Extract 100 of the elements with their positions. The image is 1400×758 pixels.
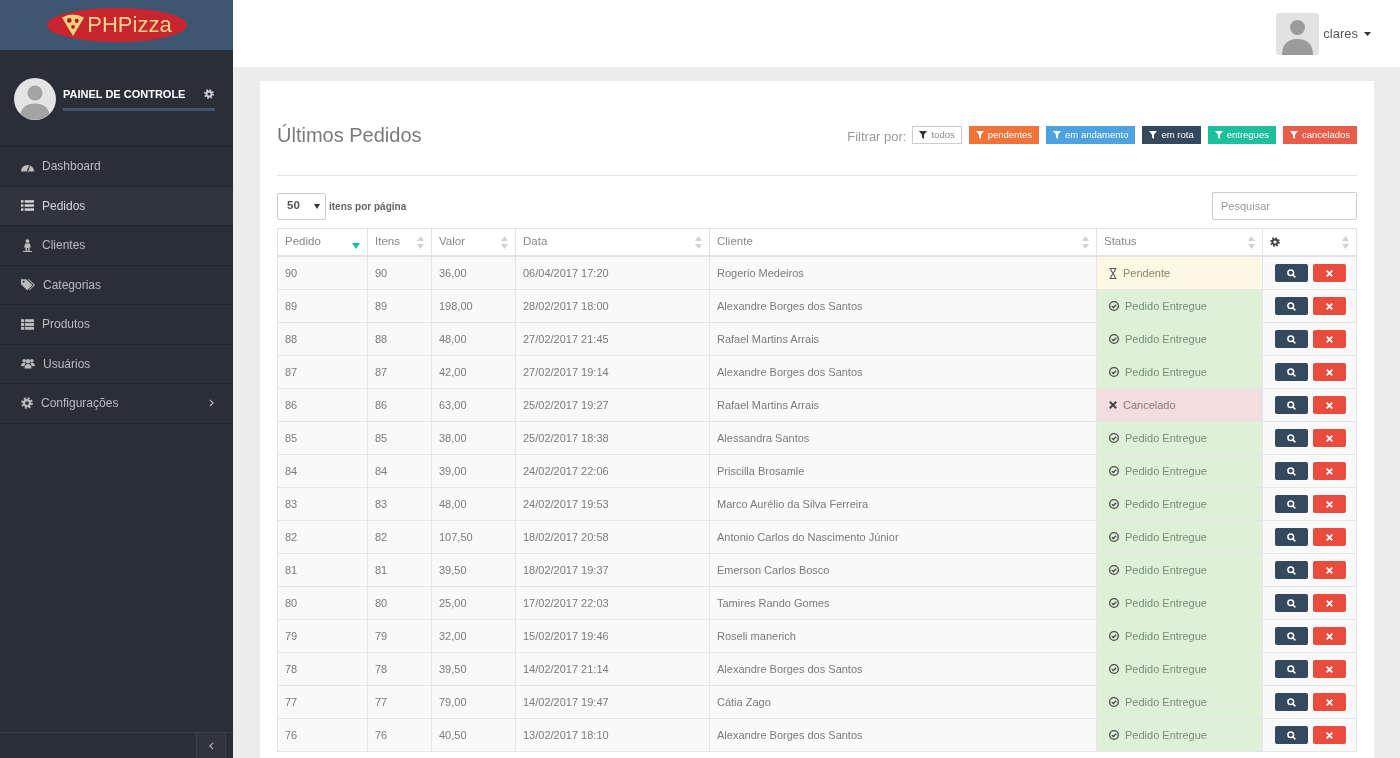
view-button[interactable] — [1275, 561, 1308, 579]
close-icon — [1326, 434, 1333, 442]
delete-button[interactable] — [1313, 330, 1346, 348]
delete-button[interactable] — [1313, 363, 1346, 381]
view-button[interactable] — [1275, 396, 1308, 414]
table-cell: Rafael Martins Arrais — [710, 323, 1097, 356]
filter-button[interactable]: em andamento — [1046, 126, 1136, 144]
avatar-icon — [14, 78, 56, 120]
view-button[interactable] — [1275, 429, 1308, 447]
check-circle-icon — [1109, 499, 1119, 509]
table-cell: 38,00 — [432, 422, 516, 455]
table-cell: 85 — [368, 422, 432, 455]
delete-button[interactable] — [1313, 462, 1346, 480]
filter-icon — [919, 131, 928, 139]
check-circle-icon — [1109, 664, 1119, 674]
table-cell: 81 — [368, 554, 432, 587]
view-button[interactable] — [1275, 660, 1308, 678]
collapse-sidebar-button[interactable] — [196, 733, 226, 758]
page-size-select[interactable]: 50 — [277, 192, 326, 220]
search-icon — [1287, 697, 1296, 707]
gear-icon — [1270, 237, 1280, 247]
table-cell: Alexandre Borges dos Santos — [710, 653, 1097, 686]
sidebar-item[interactable]: Pedidos — [0, 185, 233, 225]
table-cell: 48,00 — [432, 323, 516, 356]
table-cell: 81 — [278, 554, 368, 587]
delete-button[interactable] — [1313, 594, 1346, 612]
column-header[interactable]: Pedido — [278, 229, 368, 257]
view-button[interactable] — [1275, 594, 1308, 612]
search-icon — [1287, 598, 1296, 608]
close-icon — [1326, 731, 1333, 739]
table-cell: 88 — [278, 323, 368, 356]
close-icon — [1326, 665, 1333, 673]
table-cell: 42,00 — [432, 356, 516, 389]
table-cell: 24/02/2017 19:53 — [516, 488, 710, 521]
search-icon — [1287, 433, 1296, 443]
status-label: Pedido Entregue — [1125, 529, 1207, 545]
table-cell: 89 — [278, 290, 368, 323]
column-header[interactable]: Cliente — [710, 229, 1097, 257]
view-button[interactable] — [1275, 693, 1308, 711]
avatar-icon — [1276, 12, 1320, 55]
column-header[interactable]: Data — [516, 229, 710, 257]
table-cell: Alexandre Borges dos Santos — [710, 356, 1097, 389]
filter-button[interactable]: cancelados — [1282, 126, 1357, 144]
check-circle-icon — [1109, 730, 1119, 740]
column-header[interactable] — [1263, 229, 1357, 257]
delete-button[interactable] — [1313, 297, 1346, 315]
hourglass-icon — [1109, 267, 1117, 279]
table-cell: 80 — [368, 587, 432, 620]
status-label: Pedido Entregue — [1125, 628, 1207, 644]
search-icon — [1287, 730, 1296, 740]
table-cell: 39,50 — [432, 554, 516, 587]
filter-button[interactable]: pendentes — [968, 126, 1040, 144]
delete-button[interactable] — [1313, 627, 1346, 645]
filter-icon — [975, 131, 984, 139]
delete-button[interactable] — [1313, 264, 1346, 282]
search-icon — [1287, 334, 1296, 344]
table-cell: 89 — [368, 290, 432, 323]
view-button[interactable] — [1275, 726, 1308, 744]
delete-button[interactable] — [1313, 528, 1346, 546]
view-button[interactable] — [1275, 528, 1308, 546]
table-cell: 83 — [368, 488, 432, 521]
table-cell: 198,00 — [432, 290, 516, 323]
filter-button[interactable]: todos — [912, 126, 962, 144]
table-cell: 90 — [368, 257, 432, 290]
delete-button[interactable] — [1313, 726, 1346, 744]
delete-button[interactable] — [1313, 660, 1346, 678]
delete-button[interactable] — [1313, 561, 1346, 579]
search-field[interactable]: Pesquisar — [1212, 192, 1357, 220]
delete-button[interactable] — [1313, 693, 1346, 711]
table-cell: 86 — [278, 389, 368, 422]
delete-button[interactable] — [1313, 429, 1346, 447]
delete-button[interactable] — [1313, 396, 1346, 414]
view-button[interactable] — [1275, 627, 1308, 645]
view-button[interactable] — [1275, 363, 1308, 381]
tags-icon — [21, 278, 35, 291]
view-button[interactable] — [1275, 330, 1308, 348]
column-header[interactable]: Status — [1097, 229, 1263, 257]
view-button[interactable] — [1275, 297, 1308, 315]
filter-icon — [1289, 131, 1298, 139]
status-label: Pendente — [1123, 265, 1171, 281]
filter-button[interactable]: em rota — [1142, 126, 1201, 144]
delete-button[interactable] — [1313, 495, 1346, 513]
check-circle-icon — [1109, 697, 1119, 707]
column-header[interactable]: Valor — [432, 229, 516, 257]
view-button[interactable] — [1275, 495, 1308, 513]
user-menu-button[interactable]: clares — [1323, 23, 1371, 44]
close-icon — [1326, 401, 1333, 409]
table-cell: 84 — [368, 455, 432, 488]
close-icon — [1326, 302, 1333, 310]
filter-label: Filtrar por: — [847, 128, 907, 147]
view-button[interactable] — [1275, 264, 1308, 282]
filter-button[interactable]: entregues — [1207, 126, 1276, 144]
status-label: Pedido Entregue — [1125, 661, 1207, 677]
column-header[interactable]: Itens — [368, 229, 432, 257]
list-icon — [21, 200, 34, 212]
status-label: Pedido Entregue — [1125, 364, 1207, 380]
view-button[interactable] — [1275, 462, 1308, 480]
table-cell: 86 — [368, 389, 432, 422]
table-cell: 88 — [368, 323, 432, 356]
close-icon — [1326, 467, 1333, 475]
